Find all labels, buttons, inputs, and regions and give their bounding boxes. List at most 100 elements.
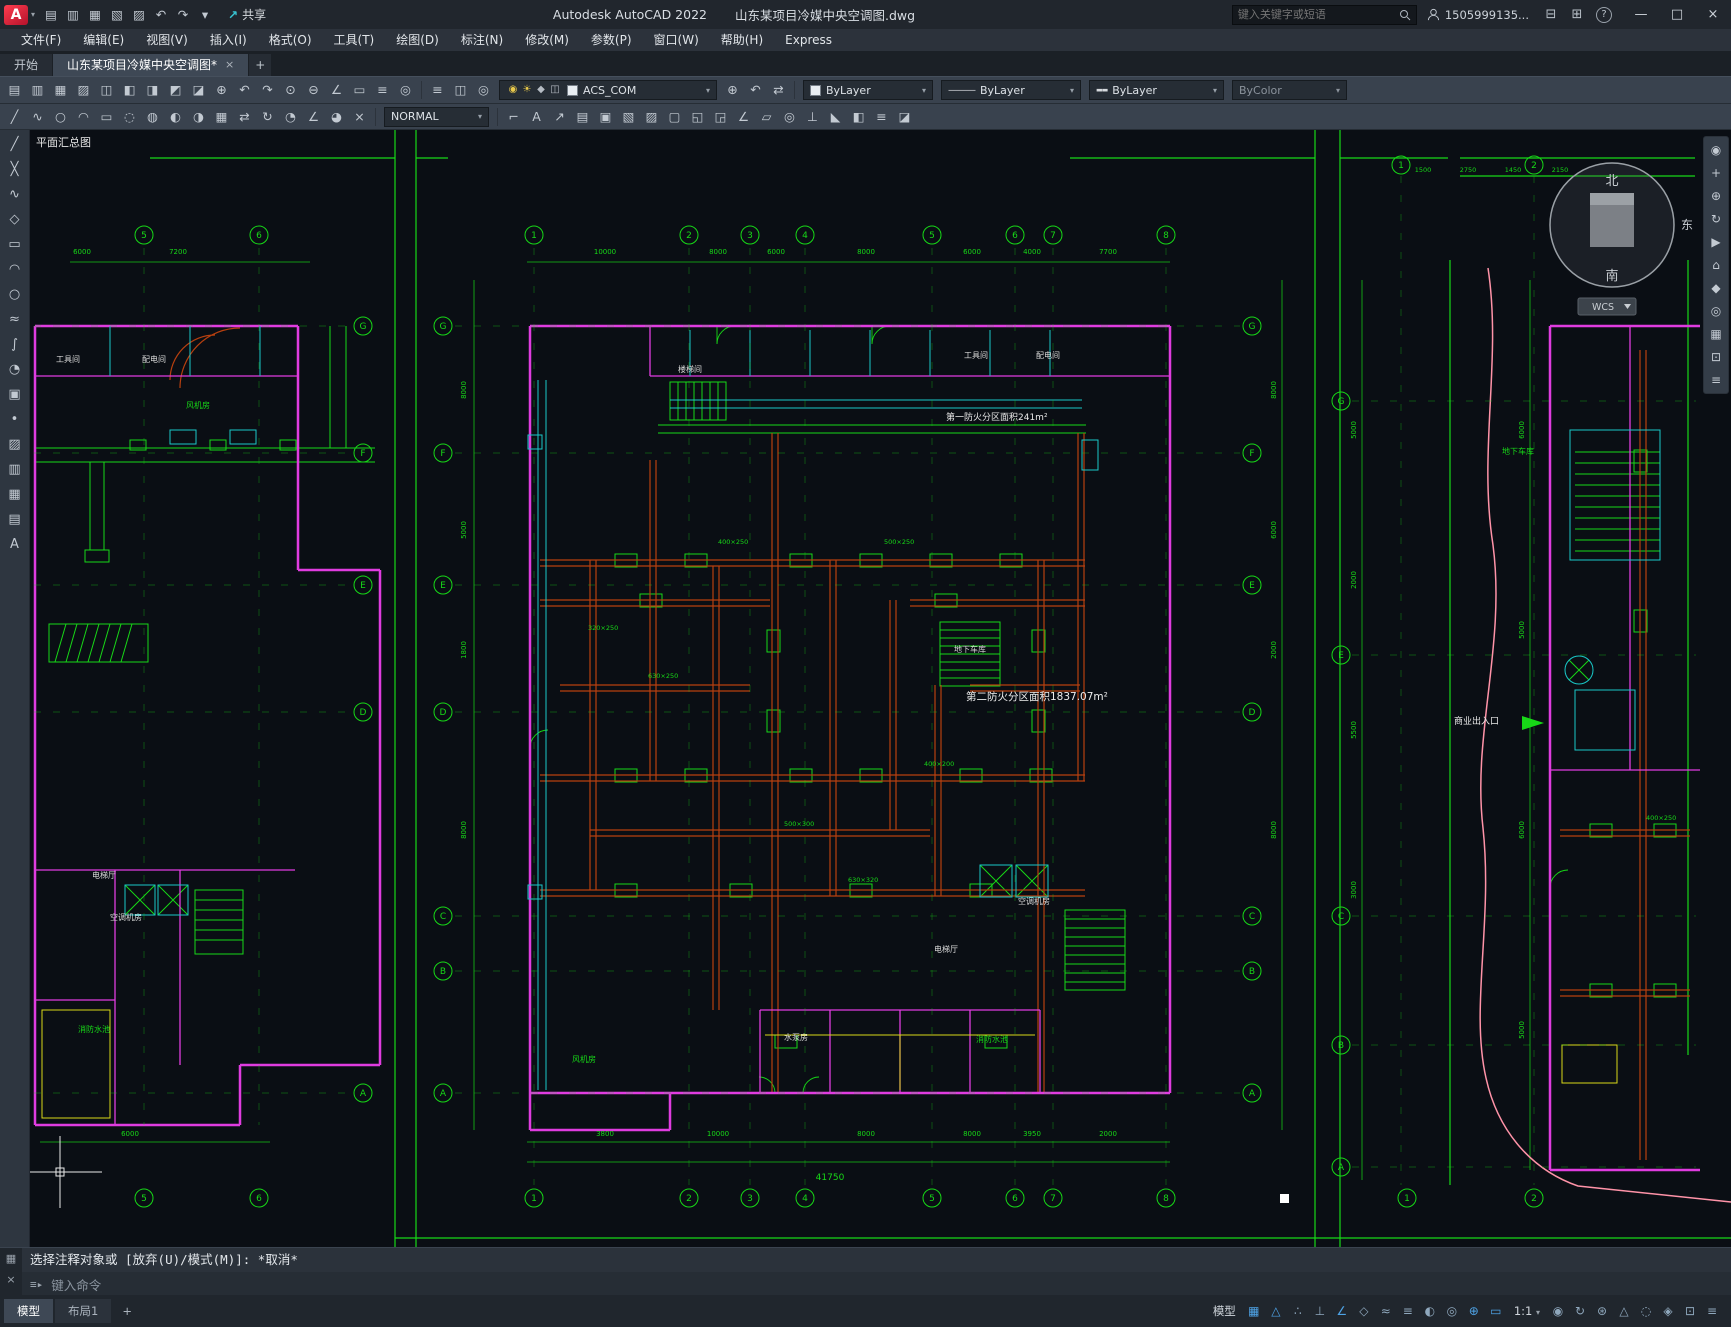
compass-east-label[interactable]: 东 xyxy=(1681,218,1693,232)
tab-close-icon[interactable]: × xyxy=(225,54,234,76)
list-icon[interactable]: ≡ xyxy=(870,106,893,128)
graphics-performance-icon[interactable]: ◈ xyxy=(1657,1300,1679,1322)
nav-menu-icon[interactable]: ≡ xyxy=(1705,370,1727,390)
compass-north-label[interactable]: 北 xyxy=(1605,174,1618,189)
menu-item[interactable]: 参数(P) xyxy=(580,29,643,51)
region-tool-icon[interactable]: ▦ xyxy=(3,483,27,506)
color-dropdown[interactable]: ByLayer ▾ xyxy=(803,80,933,100)
lock-ui-icon[interactable]: ◆ xyxy=(1705,278,1727,298)
orbit-icon[interactable]: ↻ xyxy=(1705,209,1727,229)
ortho-icon[interactable]: ⊥ xyxy=(1309,1300,1331,1322)
xline-tool-icon[interactable]: ╳ xyxy=(3,158,27,181)
undo-icon[interactable]: ↶ xyxy=(150,4,172,26)
command-panel[interactable]: ▦ × 选择注释对象或 [放弃(U)/模式(M)]: *取消* ≡ ▸ 键入命令 xyxy=(0,1247,1731,1296)
explode-icon[interactable]: × xyxy=(348,106,371,128)
cut-icon[interactable]: ◨ xyxy=(141,79,164,101)
erase-icon[interactable]: ◌ xyxy=(118,106,141,128)
plot-preview-icon[interactable]: ◫ xyxy=(95,79,118,101)
customization-icon[interactable]: ≡ xyxy=(1701,1300,1723,1322)
layer-on-icon[interactable]: ◉ xyxy=(506,81,520,99)
qopen-icon[interactable]: ▥ xyxy=(26,79,49,101)
table-icon[interactable]: ▤ xyxy=(571,106,594,128)
add-layout-button[interactable]: + xyxy=(113,1304,141,1318)
search-input[interactable] xyxy=(1237,8,1395,21)
new-tab-button[interactable]: + xyxy=(249,54,272,76)
layer-dropdown[interactable]: ◉ ☀ ◆ ◫ ACS_COM ▾ xyxy=(499,80,717,100)
node-icon[interactable]: ◎ xyxy=(778,106,801,128)
account-button[interactable]: 1505999135... xyxy=(1427,8,1529,22)
annotation-visibility-icon[interactable]: ◉ xyxy=(1547,1300,1569,1322)
dim-linear-icon[interactable]: ⌐ xyxy=(502,106,525,128)
arc-tool-icon[interactable]: ◠ xyxy=(3,258,27,281)
menu-item[interactable]: 插入(I) xyxy=(199,29,258,51)
hatch-tool-icon[interactable]: ▨ xyxy=(3,433,27,456)
otrack-icon[interactable]: ≈ xyxy=(1375,1300,1397,1322)
menu-item[interactable]: Express xyxy=(774,29,843,51)
isodraft-icon[interactable]: ◇ xyxy=(1353,1300,1375,1322)
menu-item[interactable]: 修改(M) xyxy=(514,29,580,51)
drawing-canvas[interactable]: 北 南 东 WCS 1 2 3 4 5 6 7 8 1 2 3 4 5 6 7 8 5 6 5 6 1 2 1 2 G F E D C B… xyxy=(30,130,1731,1247)
tab-start[interactable]: 开始 xyxy=(0,54,53,76)
new-file-icon[interactable]: ▤ xyxy=(40,4,62,26)
close-button[interactable]: × xyxy=(1695,0,1731,29)
measure-icon[interactable]: ∠ xyxy=(325,79,348,101)
array-icon[interactable]: ▦ xyxy=(210,106,233,128)
help-icon[interactable]: ? xyxy=(1596,6,1612,23)
move-icon[interactable]: ⇄ xyxy=(233,106,256,128)
show-motion-icon[interactable]: ▶ xyxy=(1705,232,1727,252)
line-tool-icon[interactable]: ╱ xyxy=(3,133,27,156)
dynamic-input-icon[interactable]: ▭ xyxy=(1485,1300,1507,1322)
qsave-icon[interactable]: ▦ xyxy=(49,79,72,101)
point-style-icon[interactable]: ◪ xyxy=(893,106,916,128)
angle-icon[interactable]: ∠ xyxy=(732,106,755,128)
snap-icon[interactable]: △ xyxy=(1265,1300,1287,1322)
command-close-icon[interactable]: × xyxy=(6,1273,15,1286)
autocad-logo[interactable]: A xyxy=(4,4,28,25)
selection-cycling-icon[interactable]: ◎ xyxy=(1441,1300,1463,1322)
osnap-settings-icon[interactable]: ◎ xyxy=(394,79,417,101)
logo-caret-icon[interactable]: ▾ xyxy=(31,10,35,19)
layer-states-icon[interactable]: ◫ xyxy=(449,79,472,101)
command-prompt[interactable]: 键入命令 xyxy=(51,1275,101,1294)
rectangle-icon[interactable]: ▭ xyxy=(95,106,118,128)
layer-plot-icon[interactable]: ◫ xyxy=(548,81,562,99)
fillet-icon[interactable]: ◕ xyxy=(325,106,348,128)
open-file-icon[interactable]: ▥ xyxy=(62,4,84,26)
text-tool-icon[interactable]: A xyxy=(3,533,27,556)
trim-icon[interactable]: ∠ xyxy=(302,106,325,128)
menu-item[interactable]: 标注(N) xyxy=(450,29,514,51)
layer-lock-icon[interactable]: ◆ xyxy=(534,81,548,99)
match-properties-icon[interactable]: ⊕ xyxy=(210,79,233,101)
lineweight-dropdown[interactable]: ▬▬ ByLayer ▾ xyxy=(1089,80,1224,100)
navigation-wheel-icon[interactable]: ◉ xyxy=(1705,140,1727,160)
undo-small-icon[interactable]: ↶ xyxy=(233,79,256,101)
search-icon[interactable] xyxy=(1399,9,1411,21)
menu-item[interactable]: 绘图(D) xyxy=(385,29,450,51)
scale-icon[interactable]: ◔ xyxy=(279,106,302,128)
rectangle-tool-icon[interactable]: ▭ xyxy=(3,233,27,256)
leader-icon[interactable]: ↗ xyxy=(548,106,571,128)
circle-tool-icon[interactable]: ○ xyxy=(3,283,27,306)
area-icon[interactable]: ▱ xyxy=(755,106,778,128)
annotation-scale[interactable]: 1:1 ▾ xyxy=(1508,1304,1546,1318)
compass-south-label[interactable]: 南 xyxy=(1605,268,1618,284)
redo-small-icon[interactable]: ↷ xyxy=(256,79,279,101)
rotate-icon[interactable]: ↻ xyxy=(256,106,279,128)
quick-access-menu-icon[interactable]: ▾ xyxy=(194,4,216,26)
infer-constraints-icon[interactable]: ∴ xyxy=(1287,1300,1309,1322)
menu-item[interactable]: 视图(V) xyxy=(135,29,199,51)
model-space-toggle[interactable]: 模型 xyxy=(1207,1303,1242,1319)
autoscale-icon[interactable]: ↻ xyxy=(1569,1300,1591,1322)
group-icon[interactable]: ◱ xyxy=(686,106,709,128)
command-recent-icon[interactable]: ▸ xyxy=(37,1278,44,1291)
line-icon[interactable]: ╱ xyxy=(3,106,26,128)
clean-screen-2-icon[interactable]: ⊡ xyxy=(1679,1300,1701,1322)
menu-item[interactable]: 文件(F) xyxy=(10,29,72,51)
layer-isolate-icon[interactable]: ◎ xyxy=(472,79,495,101)
workspace-gear-icon[interactable]: ⊛ xyxy=(1591,1300,1613,1322)
plot-style-dropdown[interactable]: ByColor ▾ xyxy=(1232,80,1347,100)
maximize-button[interactable]: □ xyxy=(1659,0,1695,29)
qnew-icon[interactable]: ▤ xyxy=(3,79,26,101)
command-customize-icon[interactable]: ≡ xyxy=(30,1278,37,1291)
zoom-icon[interactable]: ⊕ xyxy=(1705,186,1727,206)
